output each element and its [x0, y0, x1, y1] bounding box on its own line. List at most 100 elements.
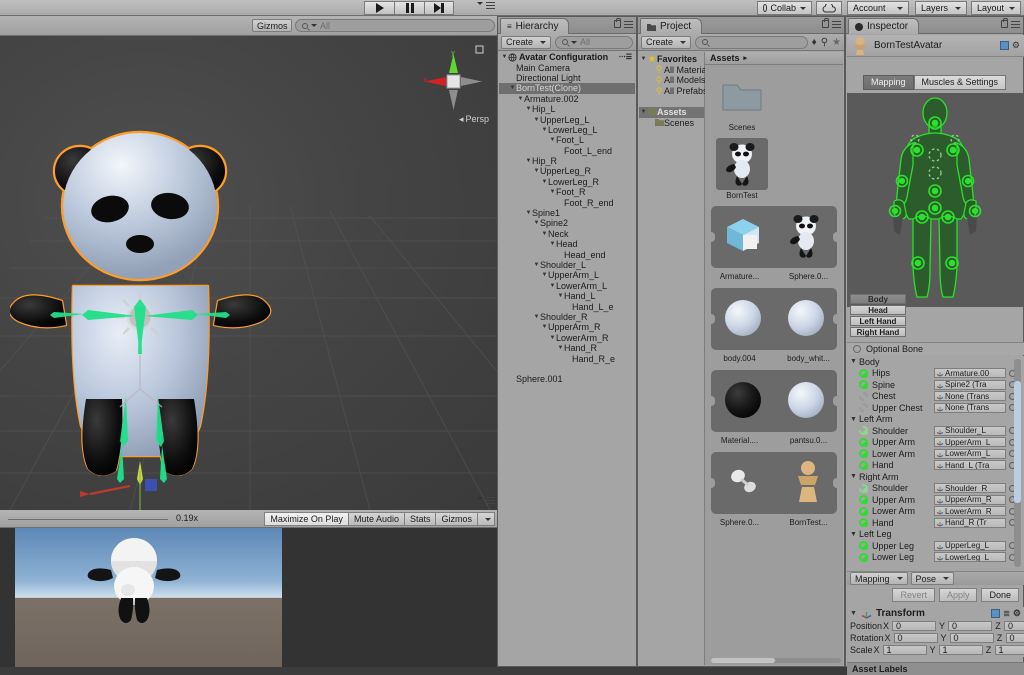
chevron-down-icon[interactable]: ▼ — [541, 272, 548, 278]
panel-menu-icon[interactable] — [832, 20, 841, 28]
bone-status-indicator[interactable] — [859, 541, 868, 551]
project-horizontal-scrollbar[interactable] — [711, 658, 841, 663]
optional-bone-radio[interactable] — [853, 345, 861, 353]
hierarchy-item[interactable]: ▼ Spine2 — [499, 218, 635, 228]
chevron-down-icon[interactable]: ▼ — [533, 220, 540, 226]
chevron-down-icon[interactable]: ▼ — [533, 262, 540, 268]
hierarchy-item[interactable]: ▼ Foot_R — [499, 187, 635, 197]
hierarchy-tree[interactable]: ▼ Avatar Configuration ⋯☰ Main Camera Dir… — [499, 52, 635, 665]
scene-search-input[interactable]: All — [295, 19, 495, 32]
scene-projection-label[interactable]: ◂ Persp — [459, 114, 489, 125]
hierarchy-item[interactable]: ▼ Hip_R — [499, 156, 635, 166]
hierarchy-item[interactable]: ▼ UpperLeg_L — [499, 114, 635, 125]
transform-field-z[interactable]: Z0 — [996, 633, 1024, 643]
done-button[interactable]: Done — [981, 588, 1019, 602]
chevron-down-icon[interactable]: ▼ — [533, 314, 540, 320]
transform-input[interactable]: 1 — [994, 645, 1024, 655]
chevron-down-icon[interactable]: ▼ — [850, 358, 857, 365]
game-viewport[interactable] — [0, 528, 497, 667]
bone-status-indicator[interactable] — [859, 380, 868, 390]
apply-button[interactable]: Apply — [938, 588, 978, 602]
mapping-menu-button[interactable]: Mapping — [850, 572, 908, 585]
bone-object-field[interactable]: None (Trans — [934, 402, 1006, 413]
transform-field-y[interactable]: Y1 — [929, 645, 983, 655]
chevron-down-icon[interactable]: ▼ — [549, 283, 556, 289]
mute-audio-button[interactable]: Mute Audio — [347, 512, 404, 526]
hierarchy-item[interactable]: ▼ Head — [499, 239, 635, 249]
bone-object-field[interactable]: None (Trans — [934, 391, 1006, 402]
project-search-input[interactable] — [695, 35, 808, 49]
bone-mapping-row[interactable]: Shoulder Shoulder_R — [847, 483, 1024, 495]
chevron-down-icon[interactable]: ▼ — [549, 335, 556, 341]
bone-mapping-row[interactable]: Shoulder Shoulder_L — [847, 425, 1024, 437]
bone-object-field[interactable]: Shoulder_L — [934, 425, 1006, 436]
cloud-button[interactable] — [816, 1, 842, 15]
hierarchy-item[interactable]: ▼ BornTest(Clone) — [499, 83, 635, 94]
hierarchy-item[interactable]: ▼ LowerLeg_L — [499, 125, 635, 135]
lock-icon[interactable] — [614, 18, 621, 28]
transform-field-y[interactable]: Y0 — [938, 621, 993, 631]
account-button[interactable]: Account — [847, 1, 909, 15]
bone-group-header[interactable]: ▼ Body — [847, 356, 1024, 368]
project-tree-item[interactable]: ⚲ All Models — [639, 75, 706, 86]
asset-labels-section[interactable]: Asset Labels — [847, 662, 1024, 675]
maximize-on-play-button[interactable]: Maximize On Play — [264, 512, 348, 526]
body-tab-body[interactable]: Body — [850, 294, 906, 304]
favorite-star-icon[interactable]: ★ — [832, 37, 841, 48]
chevron-down-icon[interactable]: ▼ — [640, 56, 647, 62]
project-tree-item[interactable]: Scenes — [639, 118, 704, 129]
bone-mapping-row[interactable]: Spine Spine2 (Tra — [847, 379, 1024, 391]
sphere-light[interactable] — [786, 298, 826, 341]
project-tree-item[interactable]: ▼ Assets — [639, 106, 704, 118]
scene-orientation-gizmo[interactable]: y x — [419, 44, 489, 124]
panel-menu-icon[interactable] — [1011, 20, 1020, 28]
bone-object-field[interactable]: UpperArm_R — [934, 494, 1006, 505]
bone-mapping-row[interactable]: Lower Arm LowerArm_R — [847, 506, 1024, 518]
tab-inspector[interactable]: Inspector — [848, 18, 920, 34]
revert-button[interactable]: Revert — [892, 588, 935, 602]
hierarchy-item[interactable]: ▼ LowerArm_R — [499, 333, 635, 343]
chevron-down-icon[interactable]: ▼ — [509, 85, 516, 91]
transform-field-x[interactable]: X0 — [882, 621, 937, 631]
inspector-tab-muscles-settings[interactable]: Muscles & Settings — [913, 74, 1007, 90]
bone-group-header[interactable]: ▼ Left Arm — [847, 414, 1024, 426]
help-icon[interactable] — [999, 41, 1009, 50]
game-gizmos-dropdown[interactable] — [477, 512, 495, 526]
layers-button[interactable]: Layers — [915, 1, 967, 15]
bone-object-field[interactable]: UpperArm_L — [934, 437, 1006, 448]
bone-mapping-row[interactable]: Upper Arm UpperArm_R — [847, 494, 1024, 506]
step-button[interactable] — [424, 1, 454, 15]
bone-status-indicator[interactable] — [859, 368, 868, 378]
hierarchy-search-input[interactable]: All — [555, 35, 633, 49]
bone-mapping-row[interactable]: Hips Armature.00 — [847, 368, 1024, 380]
tab-hierarchy[interactable]: ≡ Hierarchy — [500, 18, 570, 34]
hierarchy-item[interactable]: ▼ Spine1 — [499, 208, 635, 218]
bone-object-field[interactable]: Armature.00 — [934, 368, 1006, 379]
panel-menu-icon[interactable] — [486, 2, 495, 9]
bone-mapping-row[interactable]: Hand Hand_R (Tr — [847, 517, 1024, 529]
bone-status-indicator[interactable] — [859, 483, 868, 493]
chevron-down-icon[interactable]: ▼ — [549, 137, 556, 143]
bone-status-indicator[interactable] — [859, 391, 868, 401]
hierarchy-item[interactable]: ▼ Shoulder_R — [499, 312, 635, 322]
bone-object-field[interactable]: LowerLeg_L — [934, 552, 1006, 563]
transform-field-z[interactable]: Z1 — [985, 645, 1024, 655]
chevron-down-icon[interactable]: ▼ — [533, 168, 540, 174]
bone-mapping-row[interactable]: Lower Leg LowerLeg_L — [847, 552, 1024, 564]
sphere-light[interactable] — [723, 298, 763, 341]
bone-status-indicator[interactable] — [859, 437, 868, 447]
transform-input[interactable]: 0 — [948, 621, 993, 631]
bone-mapping-row[interactable]: Chest None (Trans — [847, 391, 1024, 403]
help-icon[interactable] — [991, 609, 1001, 618]
bone-object-field[interactable]: LowerArm_L — [934, 448, 1006, 459]
hierarchy-item[interactable]: ▼ LowerLeg_R — [499, 177, 635, 187]
bones-thumb[interactable] — [725, 465, 765, 502]
hierarchy-item[interactable]: ▼ UpperArm_R — [499, 322, 635, 332]
chevron-down-icon[interactable]: ▼ — [557, 293, 564, 299]
panel-menu-icon[interactable] — [486, 497, 495, 504]
bone-group-header[interactable]: ▼ Right Arm — [847, 471, 1024, 483]
lock-icon[interactable] — [822, 18, 829, 28]
panda-character-model[interactable] — [10, 111, 310, 510]
asset-pair-row[interactable] — [710, 288, 838, 350]
bone-status-indicator[interactable] — [859, 506, 868, 516]
